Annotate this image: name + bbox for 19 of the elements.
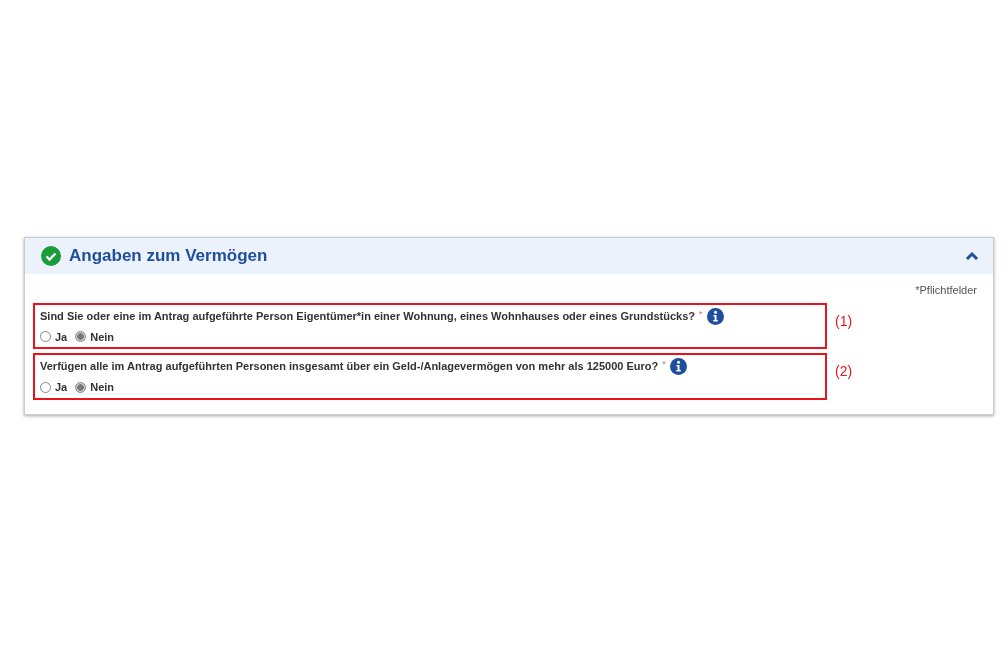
option-label: Ja (55, 329, 68, 345)
radio-button[interactable] (75, 381, 87, 393)
annotation-label: (1) (835, 311, 853, 331)
annotation-label: (2) (835, 362, 853, 381)
radio-button[interactable] (40, 381, 51, 393)
required-mark: * (699, 307, 703, 321)
section-title: Angaben zum Vermögen (69, 245, 269, 268)
info-icon[interactable] (669, 358, 687, 375)
option-label: Nein (90, 329, 115, 345)
question-text: Verfügen alle im Antrag aufgeführten Personen insgesamt über ein Geld-/Anlagevermögen von mehr als 125000 Euro? (40, 359, 659, 374)
required-fields-note: *Pflichtfelder (915, 283, 977, 298)
radio-button[interactable] (75, 331, 87, 343)
radio-button[interactable] (40, 331, 51, 343)
collapse-chevron-icon[interactable] (965, 251, 979, 261)
option-label: Ja (55, 380, 68, 395)
required-mark: * (662, 358, 666, 371)
info-icon[interactable] (706, 307, 724, 325)
question-text: Sind Sie oder eine im Antrag aufgeführte Person Eigentümer*in einer Wohnung, eines Wohnhauses oder eines Grundstücks? (40, 308, 696, 324)
option-label: Nein (90, 380, 115, 395)
